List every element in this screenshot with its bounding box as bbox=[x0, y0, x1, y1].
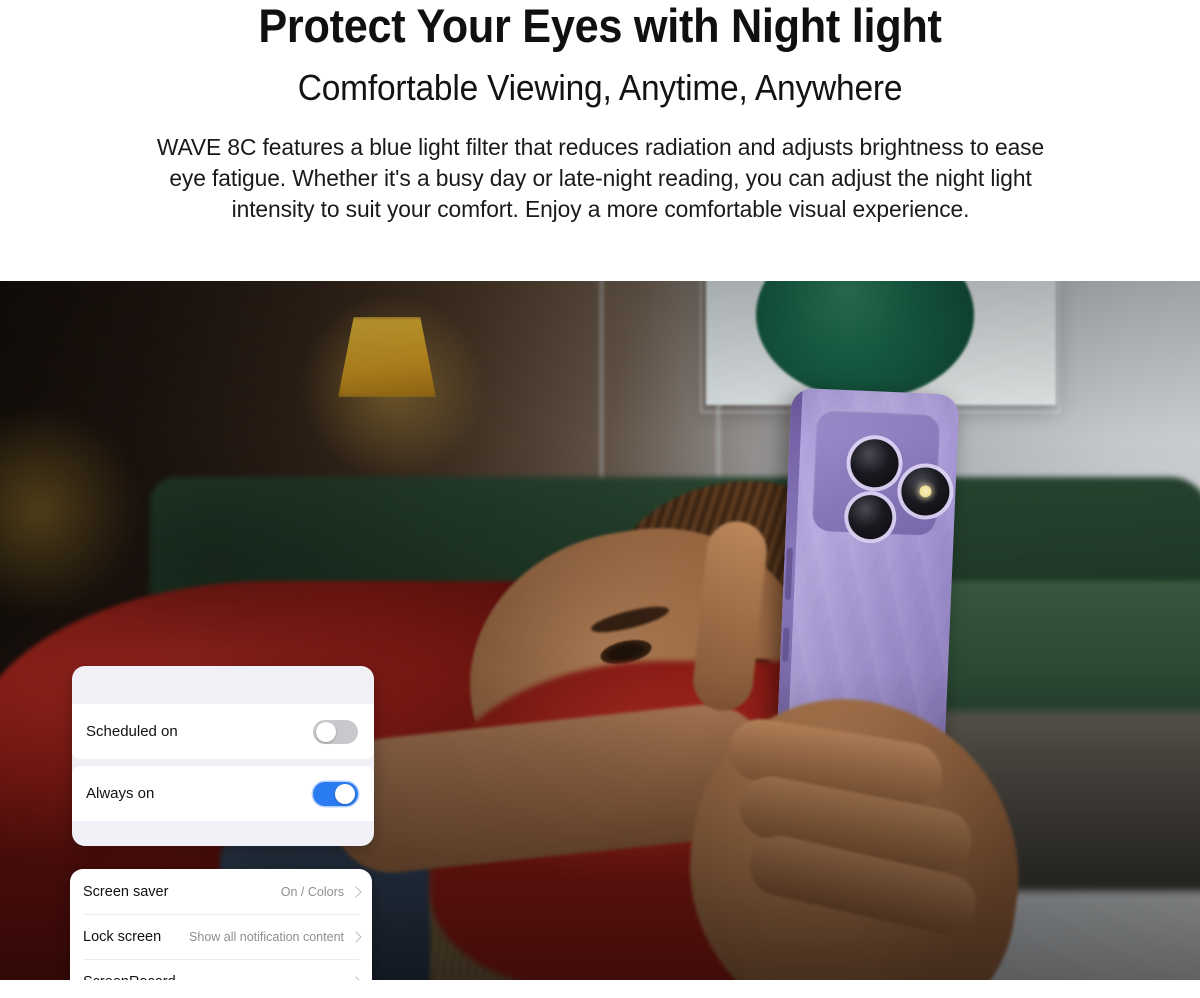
lock-screen-value: Show all notification content bbox=[189, 929, 344, 944]
display-settings-card: Screen saver On / Colors Lock screen Sho… bbox=[70, 869, 372, 988]
header-section: Protect Your Eyes with Night light Comfo… bbox=[0, 0, 1200, 281]
night-light-schedule-card: Scheduled on Always on bbox=[72, 666, 374, 846]
always-on-toggle[interactable] bbox=[313, 781, 358, 806]
setting-row-lock-screen[interactable]: Lock screen Show all notification conten… bbox=[70, 914, 372, 959]
toggle-knob-icon bbox=[316, 721, 336, 742]
chevron-right-icon bbox=[350, 930, 362, 943]
screen-saver-value: On / Colors bbox=[280, 884, 344, 899]
page-description: WAVE 8C features a blue light filter tha… bbox=[156, 134, 1044, 222]
screen-saver-label: Screen saver bbox=[83, 883, 169, 900]
lock-screen-label: Lock screen bbox=[83, 928, 162, 945]
setting-row-scheduled-on[interactable]: Scheduled on bbox=[72, 704, 374, 759]
toggle-knob-icon bbox=[335, 783, 355, 804]
chevron-right-icon bbox=[350, 885, 362, 898]
scheduled-on-label: Scheduled on bbox=[86, 723, 178, 740]
scheduled-on-toggle[interactable] bbox=[313, 719, 358, 744]
lifestyle-photo: OSCAL Scheduled on Always on bbox=[0, 281, 1200, 988]
page-root: Protect Your Eyes with Night light Comfo… bbox=[0, 0, 1200, 998]
page-subtitle: Comfortable Viewing, Anytime, Anywhere bbox=[297, 67, 903, 108]
page-title: Protect Your Eyes with Night light bbox=[258, 0, 942, 52]
always-on-label: Always on bbox=[86, 785, 155, 802]
setting-row-always-on[interactable]: Always on bbox=[72, 766, 374, 821]
setting-row-screen-saver[interactable]: Screen saver On / Colors bbox=[70, 869, 372, 914]
photo-bottom-edge bbox=[0, 980, 1200, 988]
